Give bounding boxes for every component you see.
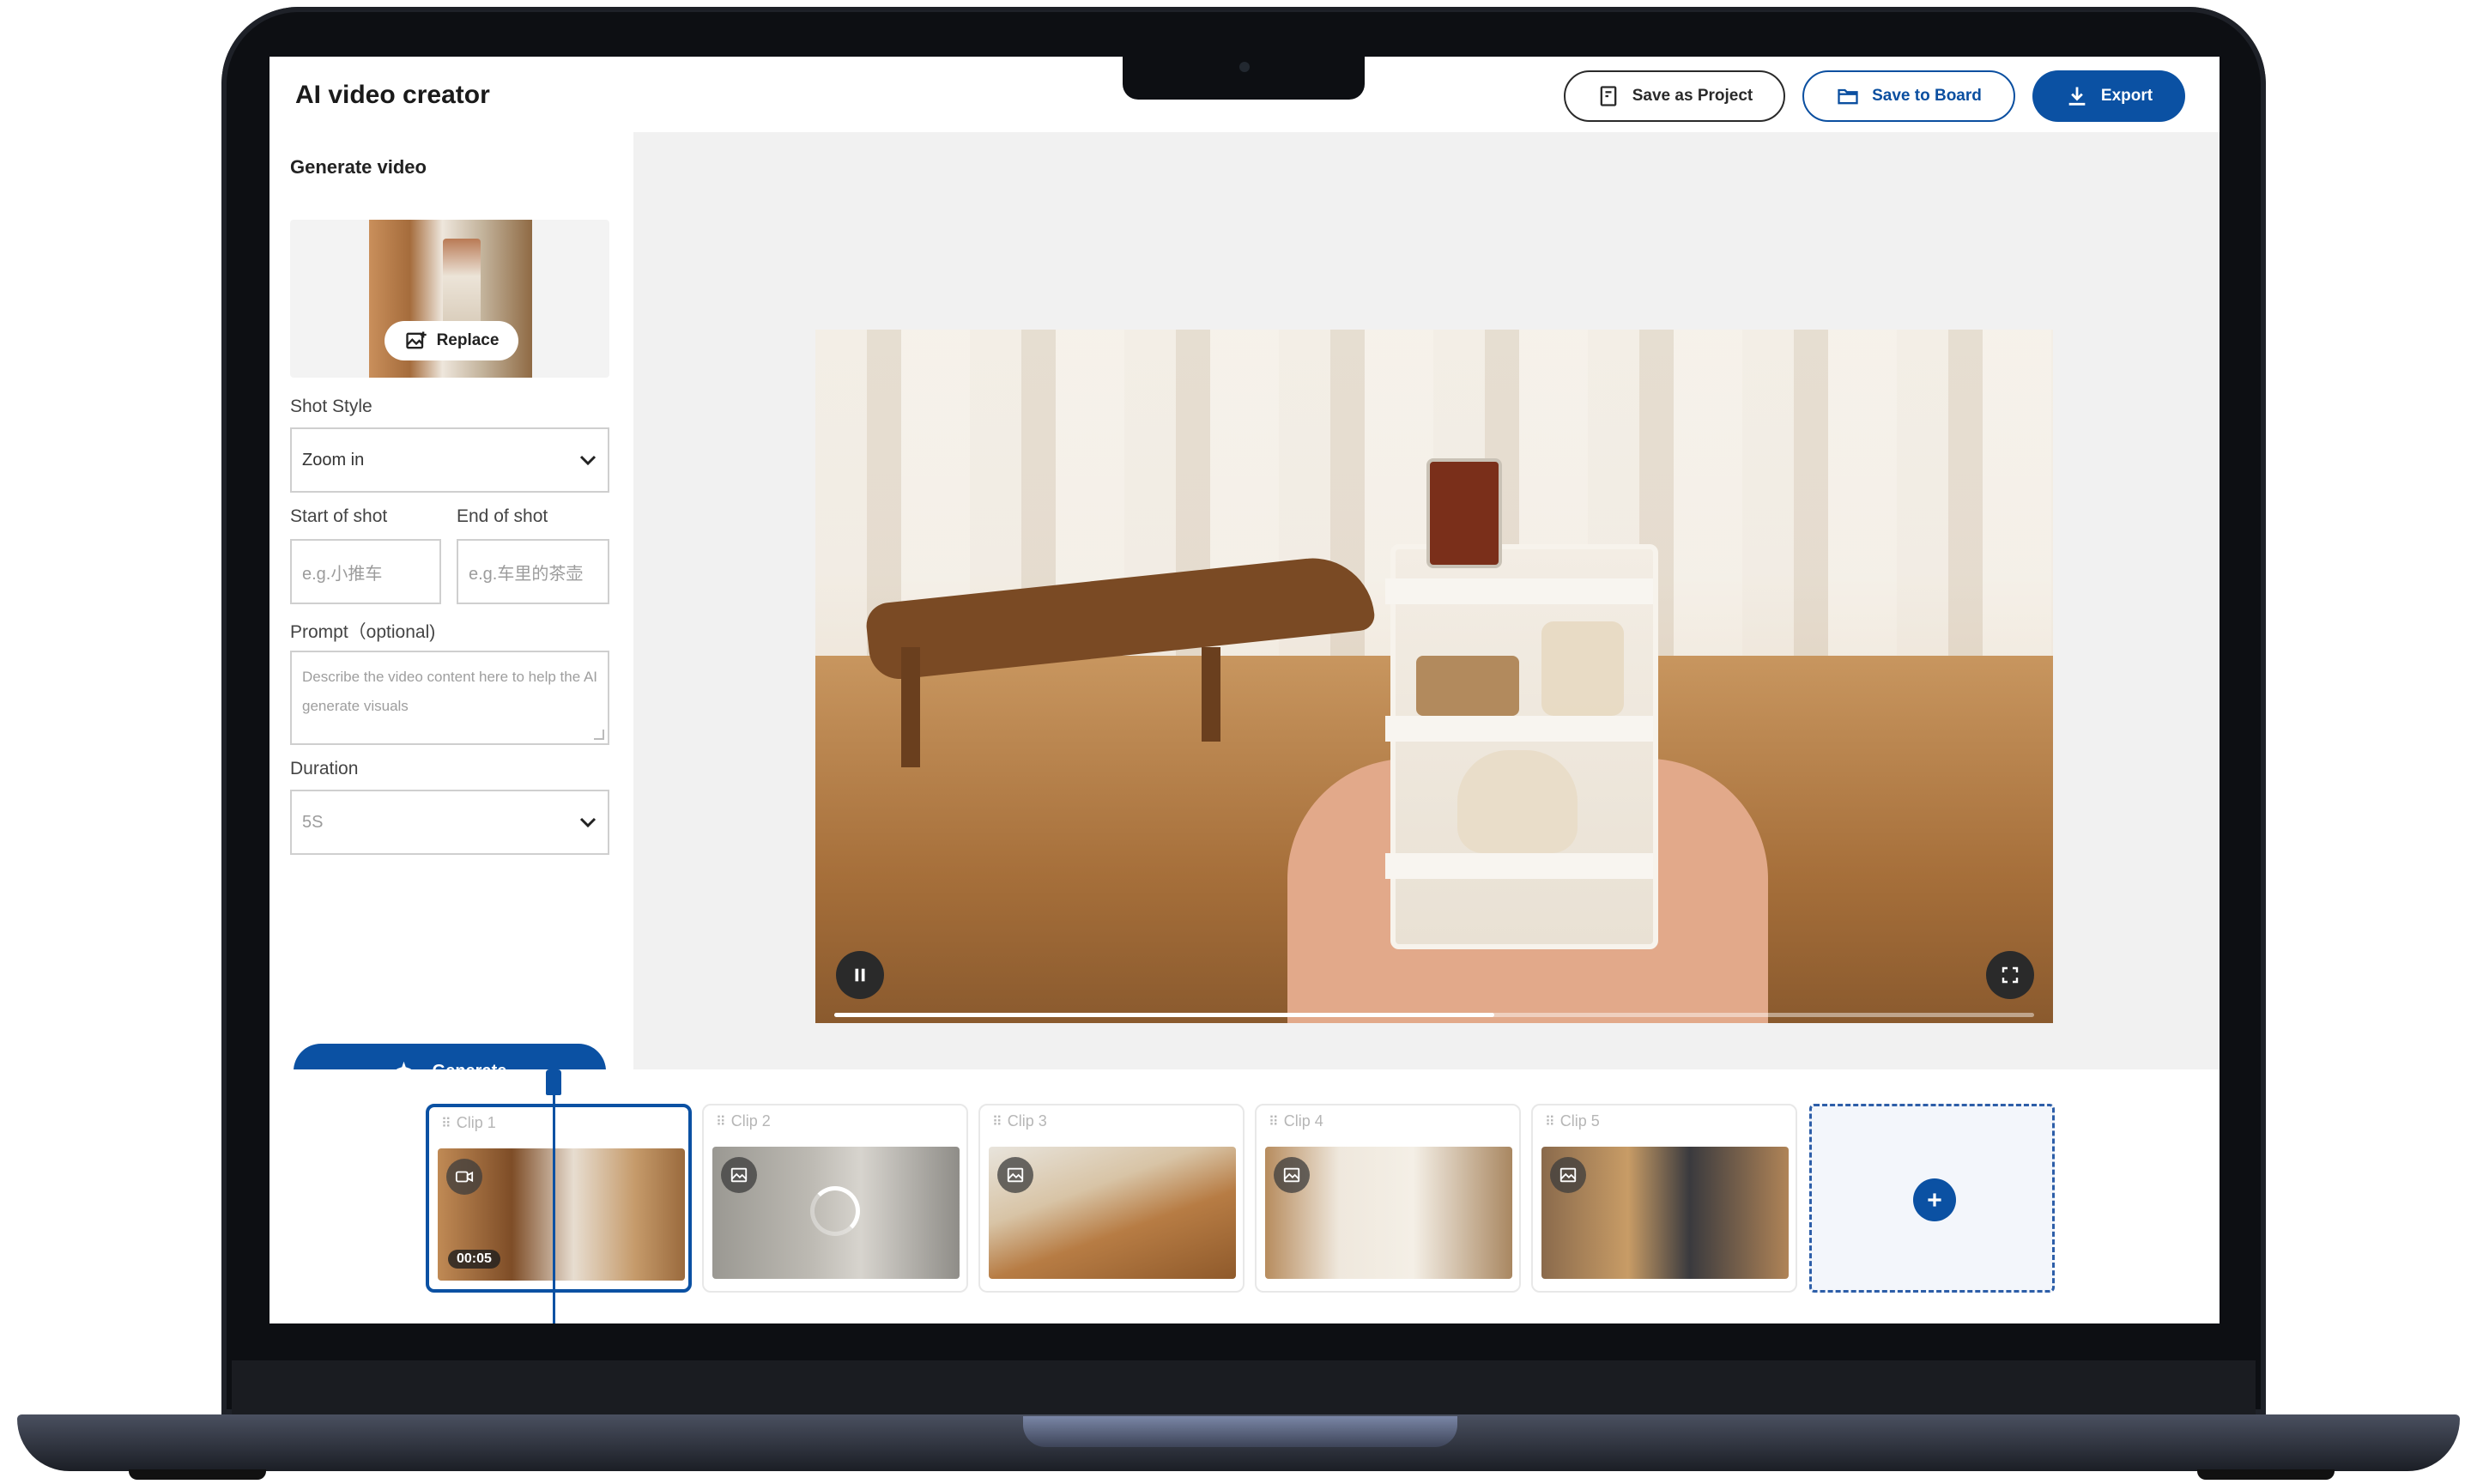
laptop-chin — [232, 1360, 2256, 1416]
end-of-shot-label: End of shot — [457, 506, 548, 526]
video-progress-bar[interactable] — [834, 1013, 2034, 1017]
loading-spinner-icon — [810, 1186, 860, 1236]
video-frame-shelf — [1385, 716, 1653, 742]
source-image-box: Replace — [290, 220, 609, 378]
preview-area — [633, 132, 2220, 1130]
save-as-project-button[interactable]: Save as Project — [1564, 70, 1785, 122]
video-frame-chair-leg — [901, 647, 920, 767]
end-of-shot-placeholder: e.g.车里的茶壶 — [469, 564, 584, 584]
drag-handle-icon[interactable]: ⠿ — [992, 1113, 1002, 1130]
start-of-shot-label: Start of shot — [290, 506, 388, 526]
clip-thumbnail: 00:05 — [438, 1148, 685, 1281]
clip-thumbnail — [1541, 1147, 1789, 1279]
resize-handle[interactable] — [594, 730, 604, 740]
fullscreen-icon — [2002, 966, 2019, 984]
fullscreen-button[interactable] — [1986, 951, 2034, 999]
clip-label: ⠿ Clip 5 — [1545, 1112, 1600, 1130]
chevron-down-icon — [579, 455, 597, 466]
video-frame-doll — [1457, 750, 1578, 853]
video-frame-shelf — [1385, 578, 1653, 604]
shot-style-label: Shot Style — [290, 397, 372, 416]
clip-thumbnail — [989, 1147, 1236, 1279]
prompt-textarea[interactable]: Describe the video content here to help … — [290, 651, 609, 745]
timeline: ⠿ Clip 1 00:05 ⠿ Clip 2 ⠿ Clip 3 ⠿ Clip … — [270, 1069, 2220, 1323]
laptop-foot — [129, 1469, 266, 1480]
drag-handle-icon[interactable]: ⠿ — [441, 1115, 451, 1132]
video-frame-shelf — [1385, 853, 1653, 879]
clip-title: Clip 4 — [1283, 1112, 1323, 1130]
download-icon — [2068, 87, 2086, 106]
clip-card[interactable]: ⠿ Clip 5 — [1531, 1104, 1797, 1293]
replace-label: Replace — [436, 331, 500, 349]
clip-thumbnail — [1265, 1147, 1512, 1279]
image-icon — [997, 1157, 1033, 1193]
source-image: Replace — [369, 220, 532, 378]
clip-card[interactable]: ⠿ Clip 2 — [702, 1104, 968, 1293]
clip-title: Clip 5 — [1559, 1112, 1600, 1130]
clip-thumbnail — [712, 1147, 960, 1279]
playhead-handle[interactable] — [546, 1069, 561, 1095]
document-icon — [1600, 86, 1617, 106]
laptop-hinge-groove — [1023, 1416, 1457, 1447]
drag-handle-icon[interactable]: ⠿ — [1545, 1113, 1555, 1130]
clip-title: Clip 2 — [730, 1112, 771, 1130]
export-label: Export — [2100, 87, 2153, 105]
prompt-label: Prompt（optional) — [290, 622, 436, 642]
video-frame-basket — [1416, 656, 1519, 716]
clip-duration: 00:05 — [448, 1250, 500, 1269]
shot-style-value: Zoom in — [302, 450, 365, 469]
drag-handle-icon[interactable]: ⠿ — [1269, 1113, 1279, 1130]
clip-title: Clip 1 — [456, 1114, 496, 1131]
plus-icon — [1913, 1178, 1956, 1221]
video-frame-chair-leg — [1202, 647, 1220, 742]
image-replace-icon — [405, 331, 427, 349]
section-title: Generate video — [290, 156, 427, 178]
clip-title: Clip 3 — [1007, 1112, 1047, 1130]
start-of-shot-placeholder: e.g.小推车 — [302, 564, 383, 584]
save-to-board-button[interactable]: Save to Board — [1802, 70, 2015, 122]
image-icon — [721, 1157, 757, 1193]
video-frame-teapot — [1426, 458, 1502, 568]
image-icon — [1274, 1157, 1310, 1193]
video-player[interactable] — [815, 330, 2053, 1023]
duration-select[interactable]: 5S — [290, 790, 609, 855]
cart-shape — [443, 239, 481, 333]
duration-label: Duration — [290, 759, 359, 778]
end-of-shot-input[interactable]: e.g.车里的茶壶 — [457, 539, 609, 604]
folder-icon — [1838, 88, 1858, 105]
chevron-down-icon — [579, 817, 597, 828]
clip-label: ⠿ Clip 4 — [1269, 1112, 1323, 1130]
screen: AI video creator Save as Project Save to… — [270, 57, 2220, 1323]
drag-handle-icon[interactable]: ⠿ — [716, 1113, 726, 1130]
export-button[interactable]: Export — [2032, 70, 2185, 122]
pause-icon — [855, 968, 865, 982]
generate-panel: Generate video Replace Shot Style Zoom i… — [270, 132, 633, 1130]
video-frame-cart — [1390, 544, 1658, 949]
clip-label: ⠿ Clip 1 — [441, 1114, 496, 1132]
clip-label: ⠿ Clip 3 — [992, 1112, 1047, 1130]
clip-card[interactable]: ⠿ Clip 1 00:05 — [426, 1104, 692, 1293]
save-as-project-label: Save as Project — [1632, 87, 1753, 105]
playhead[interactable] — [553, 1069, 555, 1323]
shot-style-select[interactable]: Zoom in — [290, 427, 609, 493]
save-to-board-label: Save to Board — [1872, 87, 1982, 105]
pause-button[interactable] — [836, 951, 884, 999]
clip-card[interactable]: ⠿ Clip 4 — [1255, 1104, 1521, 1293]
duration-value: 5S — [302, 812, 324, 832]
start-of-shot-input[interactable]: e.g.小推车 — [290, 539, 441, 604]
image-icon — [1550, 1157, 1586, 1193]
clip-label: ⠿ Clip 2 — [716, 1112, 771, 1130]
video-frame-jar — [1541, 621, 1624, 716]
laptop-foot — [2197, 1469, 2335, 1480]
replace-button[interactable]: Replace — [385, 321, 518, 360]
camera-notch — [1123, 57, 1365, 100]
add-clip-button[interactable] — [1809, 1104, 2055, 1293]
clip-card[interactable]: ⠿ Clip 3 — [978, 1104, 1245, 1293]
prompt-placeholder: Describe the video content here to help … — [302, 669, 598, 714]
camera-icon — [1239, 62, 1250, 72]
video-progress-fill — [834, 1013, 1494, 1017]
app-title: AI video creator — [295, 81, 490, 109]
video-camera-icon — [446, 1159, 482, 1195]
